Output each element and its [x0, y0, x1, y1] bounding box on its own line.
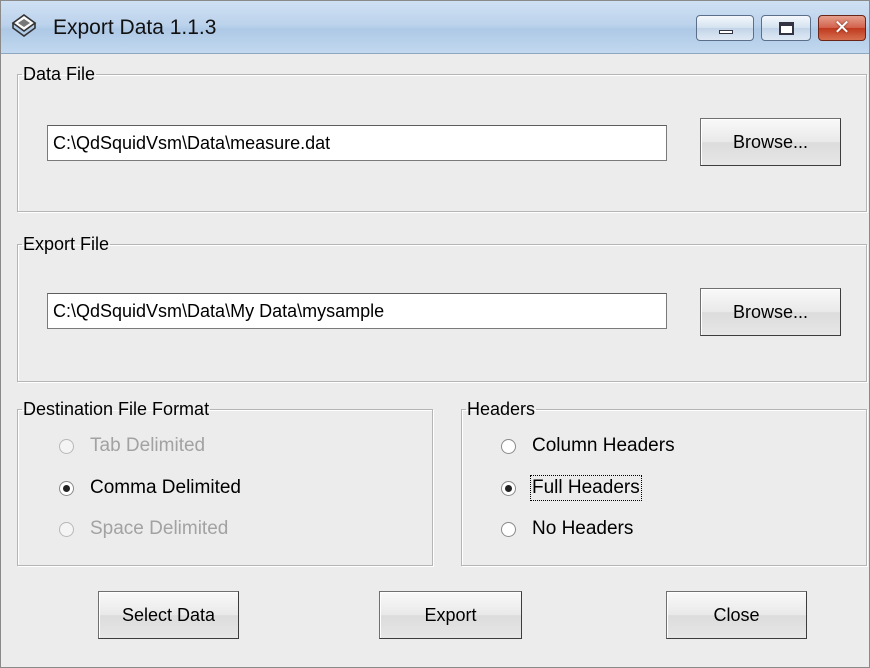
radio-icon [501, 521, 516, 537]
export-file-browse-button[interactable]: Browse... [700, 288, 841, 336]
destination-format-label: Destination File Format [23, 399, 210, 419]
title-bar[interactable]: Export Data 1.1.3 ✕ [1, 1, 869, 54]
export-button[interactable]: Export [379, 591, 522, 639]
export-file-label: Export File [23, 234, 110, 254]
radio-no-headers[interactable]: No Headers [501, 517, 633, 541]
app-icon [11, 14, 37, 37]
minimize-button[interactable] [696, 15, 754, 41]
radio-checked-icon [59, 480, 74, 496]
close-icon: ✕ [833, 17, 851, 39]
data-file-browse-button[interactable]: Browse... [700, 118, 841, 166]
radio-comma-delimited[interactable]: Comma Delimited [59, 476, 241, 500]
window-title: Export Data 1.1.3 [53, 16, 217, 39]
radio-label: No Headers [532, 518, 634, 539]
radio-label: Full Headers [530, 475, 642, 501]
maximize-button[interactable] [761, 15, 811, 41]
data-file-label: Data File [23, 64, 96, 84]
radio-icon [59, 438, 74, 454]
radio-column-headers[interactable]: Column Headers [501, 434, 675, 458]
radio-full-headers[interactable]: Full Headers [501, 475, 642, 501]
export-data-window: Export Data 1.1.3 ✕ Data File C:\QdSquid… [0, 0, 870, 668]
close-window-button[interactable]: ✕ [818, 15, 866, 41]
export-file-path-input[interactable]: C:\QdSquidVsm\Data\My Data\mysample [47, 293, 667, 329]
select-data-button[interactable]: Select Data [98, 591, 239, 639]
maximize-icon [779, 22, 794, 35]
headers-label: Headers [467, 399, 536, 419]
radio-icon [501, 438, 516, 454]
radio-checked-icon [501, 480, 516, 496]
radio-space-delimited[interactable]: Space Delimited [59, 517, 228, 541]
radio-label: Tab Delimited [90, 435, 206, 456]
radio-icon [59, 521, 74, 537]
minimize-icon [719, 30, 733, 34]
data-file-path-input[interactable]: C:\QdSquidVsm\Data\measure.dat [47, 125, 667, 161]
radio-tab-delimited[interactable]: Tab Delimited [59, 434, 205, 458]
radio-label: Comma Delimited [90, 477, 241, 498]
radio-label: Space Delimited [90, 518, 229, 539]
close-button[interactable]: Close [666, 591, 807, 639]
radio-label: Column Headers [532, 435, 675, 456]
